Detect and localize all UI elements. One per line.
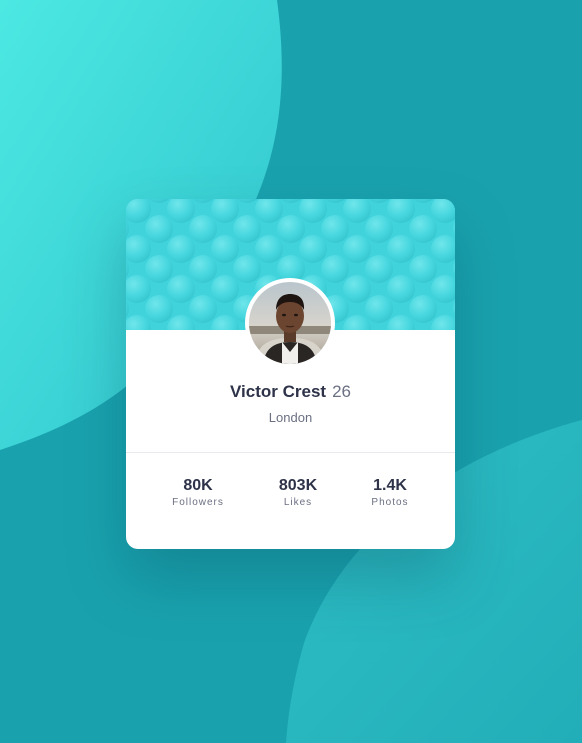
name-row: Victor Crest 26: [126, 381, 455, 403]
profile-photo-icon: [249, 282, 331, 364]
profile-location: London: [268, 410, 313, 425]
profile-name: Victor Crest: [230, 382, 327, 401]
stat-photos: 1.4K Photos: [335, 476, 445, 509]
profile-age: 26: [332, 382, 351, 401]
stat-value: 80K: [183, 477, 213, 494]
avatar[interactable]: [245, 278, 335, 368]
stat-followers: 80K Followers: [143, 476, 253, 509]
stat-value: 1.4K: [373, 477, 407, 494]
stat-label: Followers: [172, 497, 224, 508]
stat-label: Photos: [371, 497, 409, 508]
divider: [126, 452, 455, 453]
profile-card: Victor Crest 26 London 80K Followers 803K…: [126, 199, 455, 549]
